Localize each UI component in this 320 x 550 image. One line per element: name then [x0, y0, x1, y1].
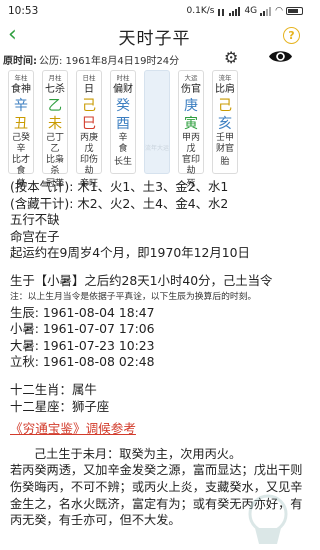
battery-icon: [286, 7, 303, 15]
heavenly-stem: 乙: [48, 98, 62, 114]
heavenly-stem: 庚: [184, 98, 198, 114]
pillar-month[interactable]: 月柱 七杀 乙 未 己丁乙 比枭杀 冠带: [42, 70, 68, 189]
hidden-gods: 印伤劫: [79, 155, 98, 176]
status-time: 10:53: [8, 5, 39, 17]
pillar-day[interactable]: 日柱 日 己 巳 丙庚戊 印伤劫 帝旺: [76, 70, 102, 189]
birth-moment: 生辰: 1961-08-04 18:47: [10, 304, 155, 320]
bazi-pillars: 年柱 食神 辛 丑 己癸辛 比才食 墓 月柱 七杀 乙 未 己丁乙 比枭杀 冠带…: [0, 70, 309, 189]
pillar-label: 日柱: [82, 74, 96, 82]
pillar-label: 月柱: [48, 74, 62, 82]
luck-start: 起运约在9周岁4个月，即1970年12月10日: [10, 245, 250, 261]
earthly-branch: 亥: [218, 116, 232, 132]
status-bar: 10:53 0.1K/s 4G ◠: [0, 0, 309, 22]
hidden-stems: 己癸辛: [11, 133, 30, 154]
reference-section-title[interactable]: 《穷通宝鉴》调候参考: [10, 421, 305, 438]
birth-time-label: 原时间:: [3, 55, 37, 67]
pillar-ten-god: 食神: [11, 84, 31, 95]
hidden-stems: 己丁乙: [45, 133, 64, 154]
wifi-icon: ◠: [275, 6, 283, 16]
earthly-branch: 丑: [14, 116, 28, 132]
network-speed: 0.1K/s: [186, 6, 215, 16]
pillar-annual[interactable]: 流年 比肩 己 亥 壬甲 财官 胎: [212, 70, 238, 174]
hidden-gods: 食: [118, 144, 128, 154]
pillar-blank-separator: 流年大运: [144, 70, 170, 174]
hidden-gods: 比枭杀: [45, 155, 64, 176]
question-circle-icon[interactable]: ?: [283, 27, 300, 44]
heavenly-stem: 辛: [14, 98, 28, 114]
cellular-signal-icon: [229, 6, 241, 16]
solar-term-info: 生于【小暑】之后约28天1小时40分，己土当令: [10, 272, 273, 288]
pillar-label: 大运: [184, 74, 198, 82]
birth-time-row: 原时间: 公历: 1961年8月4日19时24分 ⚙: [0, 50, 309, 68]
pillar-ten-god: 日: [84, 84, 94, 95]
hidden-gods: 官印劫: [181, 155, 200, 176]
hidden-stems: 辛: [118, 133, 128, 143]
earthly-branch: 酉: [116, 116, 130, 132]
chevron-left-icon[interactable]: ‹: [8, 24, 17, 46]
solar-term-liqiu: 立秋: 1961-08-08 02:48: [10, 354, 155, 370]
solar-term-dashu: 大暑: 1961-07-23 10:23: [10, 337, 155, 353]
cellular-signal-2-icon: [260, 6, 272, 16]
hidden-stems: 丙庚戊: [79, 133, 98, 154]
page-title: 天时子平: [118, 28, 191, 49]
watermark-logo: [248, 494, 288, 544]
network-type: 4G: [244, 6, 258, 16]
birth-time-value: 公历: 1961年8月4日19时24分: [39, 55, 180, 67]
pillar-year[interactable]: 年柱 食神 辛 丑 己癸辛 比才食 墓: [8, 70, 34, 189]
five-elements-hidden: (含藏干计): 木2、火2、土4、金4、水2: [10, 195, 229, 211]
solar-term-note: 注：以上生月当令是依据子平真诠，以下生辰为换算后的时刻。: [10, 291, 257, 302]
life-stage: 长生: [113, 157, 132, 167]
pillar-ten-god: 伤官: [181, 84, 201, 95]
hidden-gods: 比才食: [11, 155, 30, 176]
pillar-label: 流年: [218, 74, 232, 82]
mute-icon: [217, 7, 226, 16]
life-palace: 命宫在子: [10, 228, 60, 244]
gear-icon[interactable]: ⚙: [224, 50, 238, 66]
blank-caption: 流年大运: [145, 145, 170, 152]
western-constellation: 十二星座：狮子座: [10, 398, 110, 414]
eye-icon[interactable]: [268, 48, 293, 65]
hidden-stems: 甲丙戊: [181, 133, 200, 154]
hidden-gods: 财官: [215, 144, 234, 154]
pillar-label: 年柱: [14, 74, 28, 82]
five-elements-primary: (按本气计): 木1、火1、土3、金2、水1: [10, 179, 229, 194]
five-elements-status: 五行不缺: [10, 212, 60, 228]
life-stage: 胎: [220, 157, 230, 167]
heavenly-stem: 己: [218, 98, 232, 114]
title-bar: ‹ 天时子平 ?: [0, 22, 309, 50]
earthly-branch: 未: [48, 116, 62, 132]
earthly-branch: 巳: [82, 116, 96, 132]
chinese-zodiac: 十二生肖：属牛: [10, 381, 97, 397]
pillar-major-luck[interactable]: 大运 伤官 庚 寅 甲丙戊 官印劫 死: [178, 70, 204, 189]
pillar-ten-god: 偏财: [113, 84, 133, 95]
heavenly-stem: 己: [82, 98, 96, 114]
pillar-ten-god: 比肩: [215, 84, 235, 95]
status-indicators: 0.1K/s 4G ◠: [186, 6, 303, 16]
solar-term-xiaoshu: 小暑: 1961-07-07 17:06: [10, 321, 155, 337]
pillar-label: 时柱: [116, 74, 130, 82]
pillar-hour[interactable]: 时柱 偏财 癸 酉 辛 食 长生: [110, 70, 136, 174]
heavenly-stem: 癸: [116, 98, 130, 114]
analysis-content: (按本气计): 木1、火1、土3、金2、水1 (含藏干计): 木2、火2、土4、…: [10, 179, 305, 529]
earthly-branch: 寅: [184, 116, 198, 132]
reference-paragraph-1: 己土生于未月：取癸为主，次用丙火。: [34, 446, 242, 461]
hidden-stems: 壬甲: [215, 133, 234, 143]
pillar-ten-god: 七杀: [45, 84, 65, 95]
